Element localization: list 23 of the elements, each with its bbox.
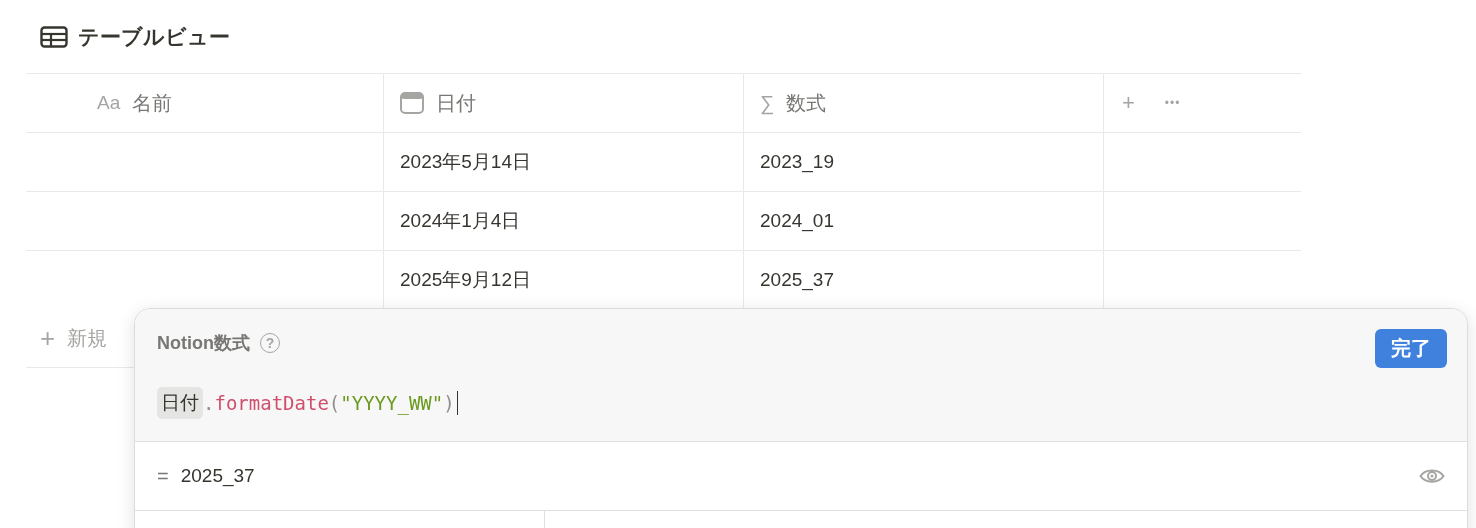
column-header[interactable]: 数式 bbox=[786, 89, 827, 117]
more-button[interactable]: ••• bbox=[1164, 96, 1181, 110]
table-cell: 2023_19 bbox=[760, 151, 834, 173]
popup-title: Notion数式 bbox=[157, 332, 250, 355]
eye-icon[interactable] bbox=[1419, 467, 1445, 485]
table-cell-text: 2024年1月4日 bbox=[400, 209, 521, 233]
table-icon bbox=[40, 26, 68, 48]
plus-icon: + bbox=[40, 322, 56, 354]
calendar-icon bbox=[400, 92, 424, 114]
add-column-button[interactable]: + bbox=[1122, 90, 1135, 116]
view-title: テーブルビュー bbox=[78, 24, 230, 50]
column-header[interactable]: 名前 bbox=[132, 89, 173, 117]
table-cell-text: 2025年9月12日 bbox=[400, 268, 531, 292]
equals-sign: = bbox=[157, 464, 169, 488]
text-type-icon: Aa bbox=[97, 92, 121, 114]
table-cell: 2025_37 bbox=[760, 269, 834, 291]
column-header[interactable]: 日付 bbox=[436, 89, 476, 117]
sigma-icon: ∑ bbox=[760, 91, 775, 115]
table-cell: 2024_01 bbox=[760, 210, 834, 232]
new-row-button[interactable]: 新規 bbox=[67, 324, 108, 352]
table-cell-text: 2023年5月14日 bbox=[400, 150, 531, 174]
done-button[interactable]: 完了 bbox=[1375, 329, 1447, 368]
formula-result: 2025_37 bbox=[180, 465, 255, 487]
